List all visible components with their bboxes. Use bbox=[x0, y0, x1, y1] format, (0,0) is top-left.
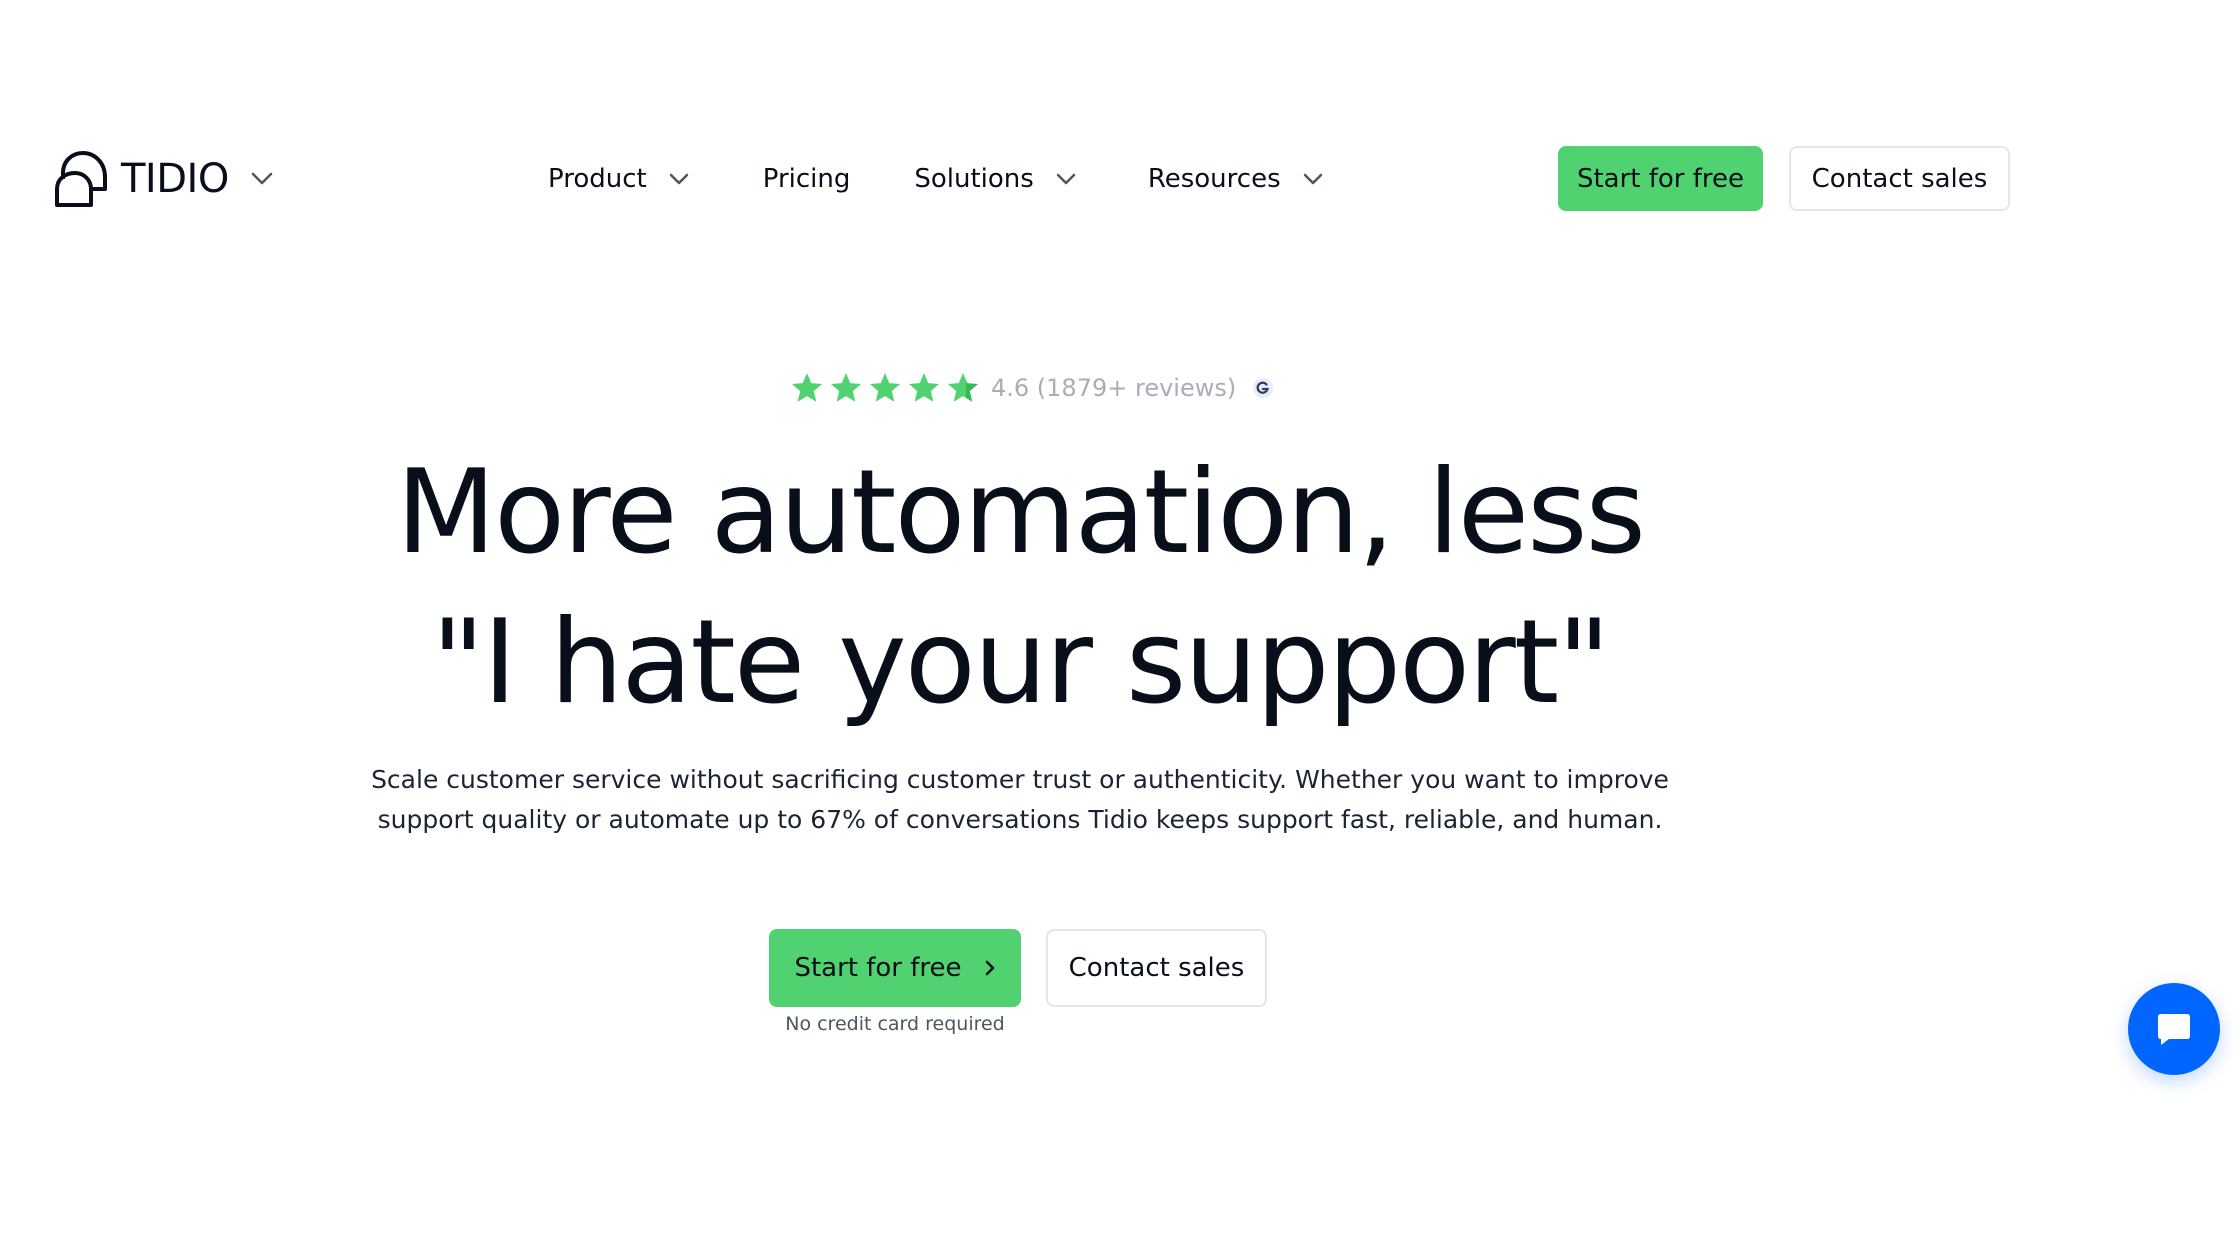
main-nav: Product Pricing Solutions Resources bbox=[548, 152, 1323, 206]
tidio-logo-icon bbox=[55, 151, 107, 207]
hero-contact-sales-button[interactable]: Contact sales bbox=[1046, 929, 1267, 1007]
header-start-for-free-button[interactable]: Start for free bbox=[1558, 146, 1763, 211]
nav-solutions[interactable]: Solutions bbox=[914, 164, 1076, 194]
hero-subtext-line-2: support quality or automate up to 67% of… bbox=[377, 805, 1663, 834]
chat-bubble-icon bbox=[2158, 1014, 2190, 1045]
hero-start-for-free-button[interactable]: Start for free bbox=[769, 929, 1021, 1007]
hero-headline-line-1: More automation, less bbox=[396, 445, 1646, 580]
chevron-down-icon bbox=[1056, 173, 1076, 184]
chevron-down-icon bbox=[251, 172, 273, 185]
rating-text: 4.6 (1879+ reviews) bbox=[991, 374, 1237, 402]
chevron-down-icon bbox=[1303, 173, 1322, 184]
hero-subtext-line-1: Scale customer service without sacrifici… bbox=[371, 765, 1669, 794]
star-icon bbox=[869, 373, 901, 402]
nav-pricing-label: Pricing bbox=[762, 164, 851, 194]
chevron-down-icon bbox=[669, 173, 688, 184]
star-half-icon bbox=[947, 373, 979, 402]
hero-start-label: Start for free bbox=[794, 953, 962, 983]
star-icon bbox=[908, 373, 940, 402]
rating: 4.6 (1879+ reviews) bbox=[790, 366, 1274, 410]
nav-product[interactable]: Product bbox=[548, 164, 689, 194]
nav-pricing[interactable]: Pricing bbox=[763, 164, 851, 194]
hero-subtext: Scale customer service without sacrifici… bbox=[0, 760, 2040, 840]
star-icon bbox=[791, 373, 823, 402]
star-icon bbox=[830, 373, 862, 402]
no-credit-card-note: No credit card required bbox=[785, 1013, 1005, 1035]
header-contact-sales-button[interactable]: Contact sales bbox=[1789, 146, 2010, 211]
chevron-right-icon bbox=[985, 960, 994, 976]
logo-text: TIDIO bbox=[121, 156, 229, 202]
chat-widget-button[interactable] bbox=[2128, 983, 2220, 1075]
nav-product-label: Product bbox=[548, 164, 647, 194]
tidio-logo[interactable]: TIDIO bbox=[53, 148, 273, 210]
site-header: TIDIO Product Pricing Solutions Resource… bbox=[0, 0, 2240, 360]
nav-resources[interactable]: Resources bbox=[1148, 164, 1323, 194]
hero-headline: More automation, less "I hate your suppo… bbox=[0, 438, 2040, 738]
hero-headline-line-2: "I hate your support" bbox=[431, 595, 1610, 730]
nav-solutions-label: Solutions bbox=[914, 164, 1034, 194]
nav-resources-label: Resources bbox=[1147, 164, 1281, 194]
g2-icon bbox=[1253, 378, 1274, 398]
